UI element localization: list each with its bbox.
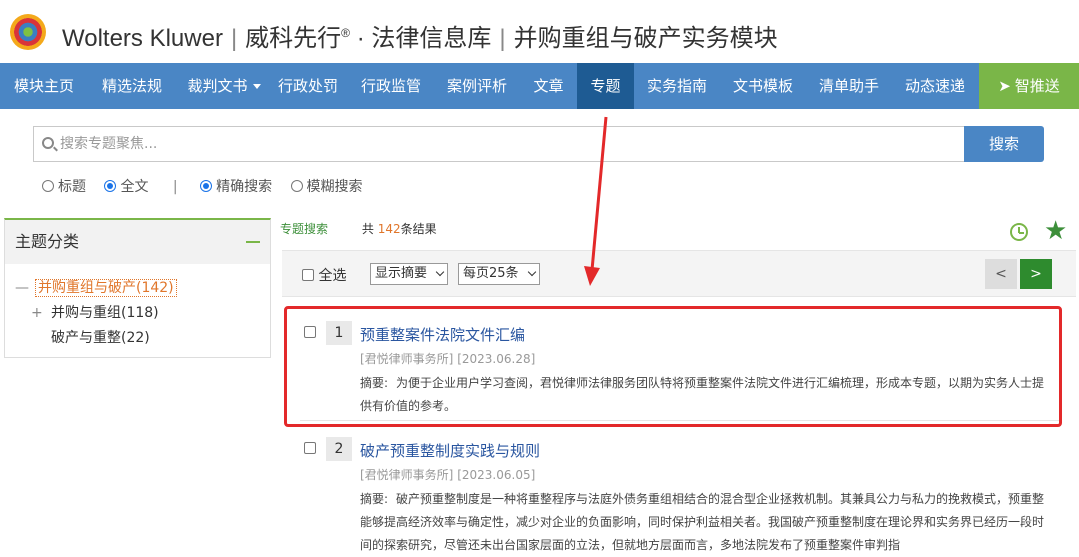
tree-item-merger[interactable]: + 并购与重组(118): [15, 301, 177, 326]
sidebar-title-label: 主题分类: [15, 232, 80, 251]
alarm-clock-icon[interactable]: [1010, 223, 1028, 241]
registered-mark: ®: [341, 26, 351, 40]
brand-dot: ·: [356, 25, 365, 52]
result-checkbox[interactable]: [304, 442, 316, 454]
nav-selected-laws[interactable]: 精选法规: [88, 63, 176, 109]
star-icon[interactable]: ★: [1044, 218, 1067, 244]
result-date: [2023.06.05]: [457, 468, 536, 482]
search-input[interactable]: [60, 127, 950, 161]
topic-tree: — 并购重组与破产(142) + 并购与重组(118) 破产与重整(22): [15, 276, 177, 351]
result-abstract: 摘要: 破产预重整制度是一种将重整程序与法庭外债务重组相结合的混合型企业拯救机制。…: [360, 488, 1050, 557]
results-suffix: 条结果: [400, 222, 437, 236]
abstract-text: 破产预重整制度是一种将重整程序与法庭外债务重组相结合的混合型企业拯救机制。其兼具…: [360, 492, 1045, 552]
tree-item-root-label[interactable]: 并购重组与破产(142): [35, 279, 177, 297]
brand-title: Wolters Kluwer | 威科先行® · 法律信息库 | 并购重组与破产实务模块: [62, 25, 778, 52]
select-all[interactable]: 全选: [302, 265, 346, 285]
collapse-minus-icon[interactable]: [246, 241, 260, 243]
option-fulltext-label: 全文: [120, 179, 149, 195]
nav-admin-penalty[interactable]: 行政处罚: [272, 63, 344, 109]
chevron-down-icon: [435, 267, 445, 277]
prev-page-button[interactable]: <: [985, 259, 1017, 289]
brand-name-cn: 威科先行: [245, 25, 342, 52]
select-all-label: 全选: [318, 268, 347, 284]
radio-title[interactable]: [42, 180, 54, 192]
view-mode-value: 显示摘要: [375, 266, 428, 281]
tree-item-root[interactable]: — 并购重组与破产(142): [15, 276, 177, 301]
tree-item-bankruptcy[interactable]: 破产与重整(22): [15, 326, 177, 351]
main-nav: 模块主页 精选法规 裁判文书 行政处罚 行政监管 案例评析 文章 专题 实务指南…: [0, 63, 1079, 109]
nav-news-updates[interactable]: 动态速递: [892, 63, 978, 109]
brand-name-en: Wolters Kluwer: [62, 25, 223, 52]
search-options: 标题 全文 | 精确搜索 模糊搜索: [42, 176, 377, 196]
radio-fulltext[interactable]: [104, 180, 117, 192]
tree-item-bankruptcy-label[interactable]: 破产与重整(22): [51, 330, 150, 346]
paper-plane-icon: ➤: [998, 77, 1011, 95]
topic-sidebar: 主题分类 — 并购重组与破产(142) + 并购与重组(118) 破产与重整(22): [4, 218, 271, 358]
highlight-annotation-box: [284, 306, 1062, 427]
option-exact-label: 精确搜索: [216, 179, 273, 195]
option-title[interactable]: 标题: [42, 176, 86, 196]
search-icon: [42, 137, 54, 149]
options-divider: |: [172, 179, 178, 195]
tab-topic-search[interactable]: 专题搜索: [280, 222, 328, 236]
search-button[interactable]: 搜索: [964, 126, 1044, 162]
radio-fuzzy[interactable]: [290, 180, 303, 192]
results-header: 专题搜索 共 142条结果: [280, 220, 437, 237]
result-source: [君悦律师事务所]: [360, 468, 454, 482]
next-page-button[interactable]: >: [1020, 259, 1052, 289]
wolters-kluwer-logo-icon: [10, 14, 46, 50]
select-all-checkbox[interactable]: [302, 269, 314, 281]
tree-item-merger-label[interactable]: 并购与重组(118): [51, 305, 159, 321]
page-size-value: 每页25条: [463, 266, 519, 281]
result-title[interactable]: 破产预重整制度实践与规则: [360, 440, 540, 461]
nav-admin-supervision[interactable]: 行政监管: [348, 63, 434, 109]
option-title-label: 标题: [58, 179, 86, 195]
option-exact[interactable]: 精确搜索: [200, 176, 272, 196]
nav-judgments[interactable]: 裁判文书: [176, 63, 272, 109]
option-fuzzy[interactable]: 模糊搜索: [290, 176, 363, 196]
tree-plus-icon[interactable]: +: [31, 301, 51, 326]
nav-case-review[interactable]: 案例评析: [434, 63, 520, 109]
result-meta: [君悦律师事务所] [2023.06.05]: [360, 466, 535, 483]
module-name: 并购重组与破产实务模块: [513, 25, 778, 52]
nav-smart-push[interactable]: ➤ 智推送: [979, 63, 1079, 109]
radio-exact[interactable]: [200, 180, 213, 192]
nav-articles[interactable]: 文章: [520, 63, 577, 109]
result-item: 2 破产预重整制度实践与规则 [君悦律师事务所] [2023.06.05] 摘要…: [282, 428, 1076, 552]
option-fulltext[interactable]: 全文: [104, 176, 148, 196]
nav-topics[interactable]: 专题: [577, 63, 634, 109]
smart-push-label: 智推送: [1014, 77, 1060, 95]
results-toolbar: 全选 显示摘要 每页25条 < >: [282, 250, 1076, 297]
product-name: 法律信息库: [371, 25, 492, 52]
nav-checklist-assistant[interactable]: 清单助手: [806, 63, 892, 109]
nav-module-home[interactable]: 模块主页: [0, 63, 88, 109]
chevron-down-icon: [252, 84, 261, 89]
nav-document-templates[interactable]: 文书模板: [720, 63, 806, 109]
page-size-select[interactable]: 每页25条: [458, 263, 540, 285]
chevron-down-icon: [527, 267, 536, 277]
view-mode-select[interactable]: 显示摘要: [370, 263, 449, 285]
tree-minus-icon[interactable]: —: [15, 276, 35, 301]
nav-practice-guide[interactable]: 实务指南: [634, 63, 720, 109]
abstract-label: 摘要:: [360, 492, 389, 506]
results-prefix: 共: [361, 222, 374, 236]
result-number: 2: [326, 437, 352, 461]
app-header: Wolters Kluwer | 威科先行® · 法律信息库 | 并购重组与破产实务模块: [0, 0, 1079, 63]
option-fuzzy-label: 模糊搜索: [306, 179, 363, 195]
nav-judgments-label: 裁判文书: [187, 77, 248, 95]
sidebar-title: 主题分类: [5, 220, 270, 264]
search-box: [33, 126, 964, 162]
results-count: 142: [377, 222, 401, 236]
